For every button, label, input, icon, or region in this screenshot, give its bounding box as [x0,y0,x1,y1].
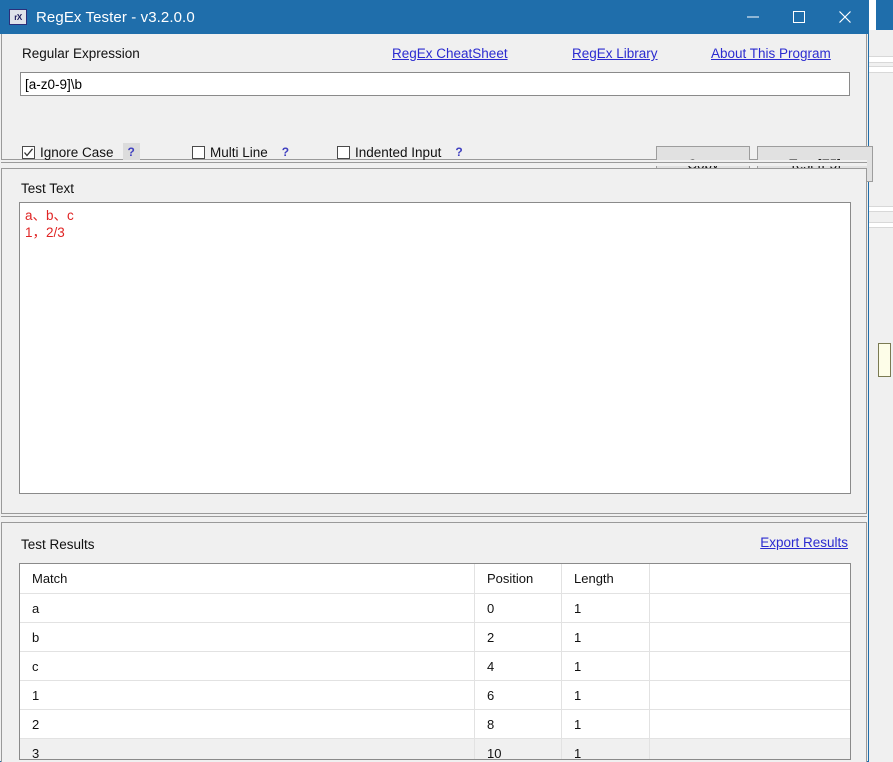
regex-tester-window: rX RegEx Tester - v3.2.0.0 Regular Expre… [0,0,873,762]
column-header-match[interactable]: Match [20,564,475,594]
table-row[interactable]: a 0 1 [20,593,850,623]
background-window-strip-2 [869,66,893,73]
table-header-row: Match Position Length [20,564,850,594]
regex-library-link[interactable]: RegEx Library [572,46,658,61]
cell-filler [649,651,850,681]
cell-filler [649,709,850,739]
cell-length: 1 [561,738,650,759]
checkbox-ignore-case[interactable]: Ignore Case ? [22,142,192,162]
table-row[interactable]: b 2 1 [20,622,850,652]
help-icon-multi-line[interactable]: ? [277,143,294,161]
cell-length: 1 [561,593,650,623]
title-bar: rX RegEx Tester - v3.2.0.0 [0,0,868,34]
results-grid[interactable]: Match Position Length a 0 1 b 2 1 c 4 1 … [19,563,851,760]
background-window-strip-1 [869,56,893,63]
cell-length: 1 [561,622,650,652]
background-window-titlebar [876,0,893,30]
table-row[interactable]: 2 8 1 [20,709,850,739]
cell-filler [649,738,850,759]
export-results-link[interactable]: Export Results [760,535,848,550]
splitter-bottom[interactable] [1,514,867,520]
column-header-filler [649,564,850,594]
splitter-top[interactable] [1,160,867,166]
column-header-length[interactable]: Length [561,564,650,594]
checkbox-indented-input[interactable]: Indented Input ? [337,142,468,162]
cell-length: 1 [561,680,650,710]
cell-position: 8 [474,709,562,739]
table-row[interactable]: 3 10 1 [20,738,850,759]
cell-match: c [20,651,475,681]
cell-match: 2 [20,709,475,739]
checkbox-box-ignore-case[interactable] [22,145,35,159]
background-window-body [868,30,893,762]
checkbox-label-ignore-case: Ignore Case [40,144,114,160]
regular-expression-label: Regular Expression [22,46,140,61]
checkbox-label-multi-line: Multi Line [210,144,268,160]
app-icon: rX [9,9,27,25]
help-icon-indented-input[interactable]: ? [450,143,467,161]
cell-match: 3 [20,738,475,759]
column-header-position[interactable]: Position [474,564,562,594]
cell-filler [649,593,850,623]
cell-filler [649,622,850,652]
checkbox-box-multi-line[interactable] [192,145,205,159]
test-results-label: Test Results [21,537,95,552]
options-row-1: Ignore Case ? Multi Line ? Indented Inpu… [22,142,468,162]
cell-match: b [20,622,475,652]
regex-input[interactable] [20,72,850,96]
table-row[interactable]: 1 6 1 [20,680,850,710]
cell-position: 0 [474,593,562,623]
help-icon-ignore-case[interactable]: ? [122,143,140,161]
about-this-program-link[interactable]: About This Program [711,46,831,61]
cell-length: 1 [561,709,650,739]
maximize-button[interactable] [776,0,822,34]
background-window-strip-4 [869,222,893,228]
results-table: Match Position Length a 0 1 b 2 1 c 4 1 … [20,564,850,759]
close-button[interactable] [822,0,868,34]
cell-position: 4 [474,651,562,681]
test-text-input[interactable]: a、b、c 1，2/3 [19,202,851,494]
test-text-panel: Test Text a、b、c 1，2/3 [1,168,867,514]
test-results-panel: Test Results Export Results Match Positi… [1,522,867,762]
cell-match: a [20,593,475,623]
app-icon-label: rX [14,12,22,22]
cell-position: 2 [474,622,562,652]
cell-position: 6 [474,680,562,710]
table-row[interactable]: c 4 1 [20,651,850,681]
checkbox-multi-line[interactable]: Multi Line ? [192,142,337,162]
background-window-control [878,343,891,377]
background-window-strip-3 [869,206,893,212]
regular-expression-panel: Regular Expression RegEx CheatSheet RegE… [1,34,873,186]
cell-length: 1 [561,651,650,681]
cell-position: 10 [474,738,562,759]
cell-filler [649,680,850,710]
checkbox-box-indented-input[interactable] [337,145,350,159]
test-text-label: Test Text [21,181,75,196]
minimize-button[interactable] [730,0,776,34]
results-table-body: a 0 1 b 2 1 c 4 1 1 6 1 2 8 1 3 10 1 [20,593,850,759]
window-controls [730,0,868,34]
regex-cheatsheet-link[interactable]: RegEx CheatSheet [392,46,508,61]
checkbox-label-indented-input: Indented Input [355,144,442,160]
cell-match: 1 [20,680,475,710]
window-title: RegEx Tester - v3.2.0.0 [36,8,195,26]
